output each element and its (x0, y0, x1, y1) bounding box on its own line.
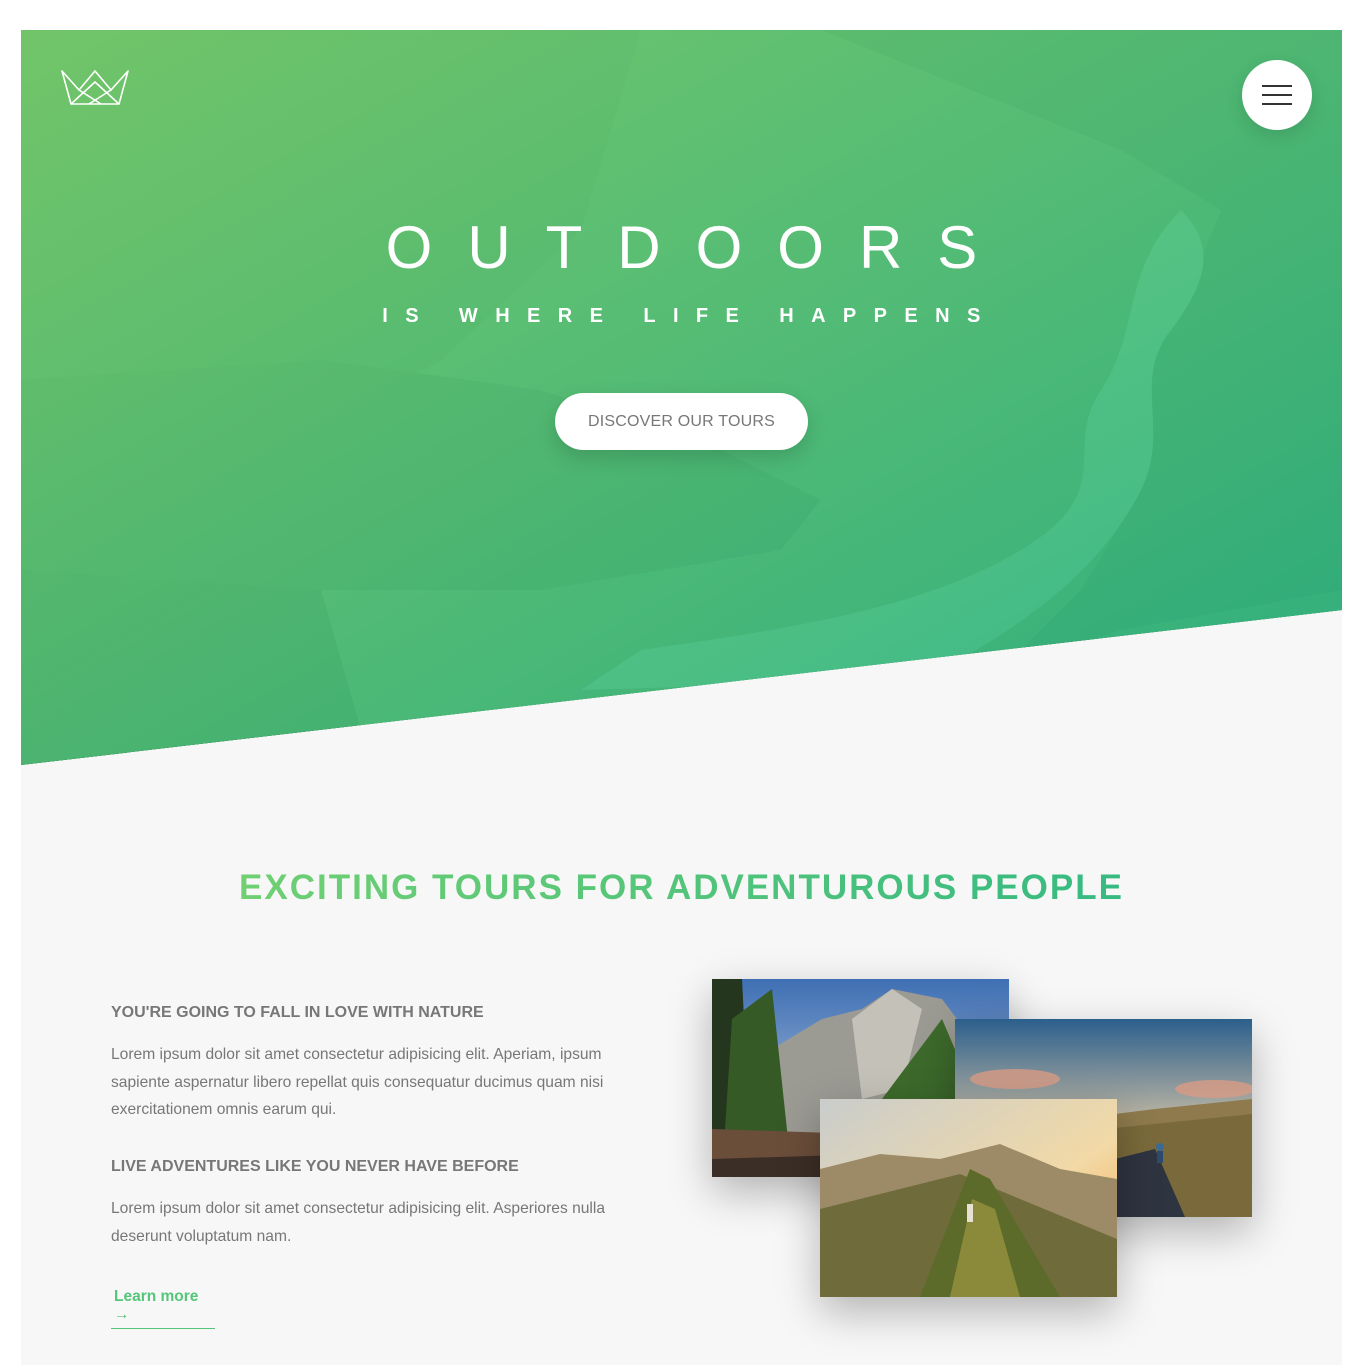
hero-header: OUTDOORS IS WHERE LIFE HAPPENS DISCOVER … (21, 30, 1342, 765)
hero-title: OUTDOORS (385, 214, 1013, 281)
feature-text: Lorem ipsum dolor sit amet consectetur a… (111, 1046, 604, 1118)
hamburger-menu-icon (1262, 85, 1292, 87)
discover-tours-button[interactable]: DISCOVER OUR TOURS (555, 393, 808, 450)
section-title: EXCITING TOURS FOR ADVENTUROUS PEOPLE (21, 868, 1342, 908)
menu-button[interactable] (1242, 60, 1312, 130)
feature-text: Lorem ipsum dolor sit amet consectetur a… (111, 1200, 606, 1245)
learn-more-link[interactable]: Learn more → (111, 1284, 215, 1329)
feature-heading: LIVE ADVENTURES LIKE YOU NEVER HAVE BEFO… (111, 1158, 519, 1175)
hamburger-menu-icon-line (1262, 94, 1292, 96)
feature-heading: YOU'RE GOING TO FALL IN LOVE WITH NATURE (111, 1004, 484, 1021)
crown-logo-icon[interactable] (61, 70, 129, 106)
page: OUTDOORS IS WHERE LIFE HAPPENS DISCOVER … (21, 30, 1342, 1365)
hamburger-menu-icon-line (1262, 103, 1292, 105)
mountain-ridge-sunset-photo[interactable] (820, 1099, 1117, 1297)
hero-subtitle: IS WHERE LIFE HAPPENS (382, 305, 998, 327)
